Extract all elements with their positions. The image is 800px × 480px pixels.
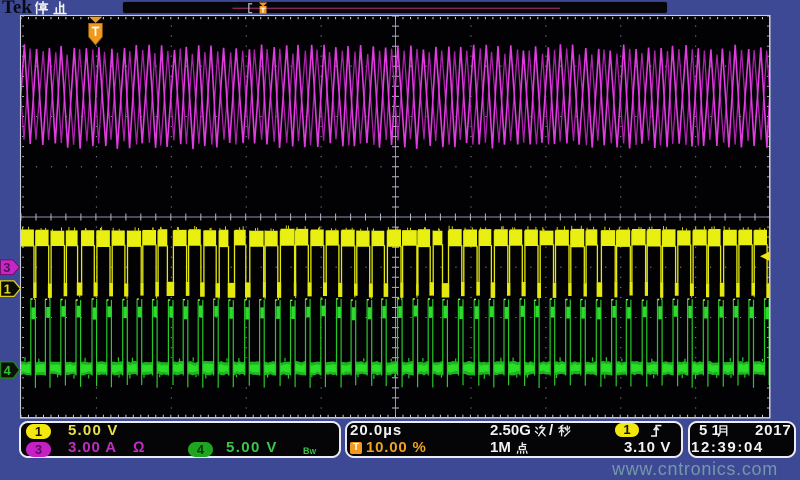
svg-text:3: 3 [3,260,10,275]
svg-text:4: 4 [4,363,12,378]
svg-text:1: 1 [4,282,11,297]
